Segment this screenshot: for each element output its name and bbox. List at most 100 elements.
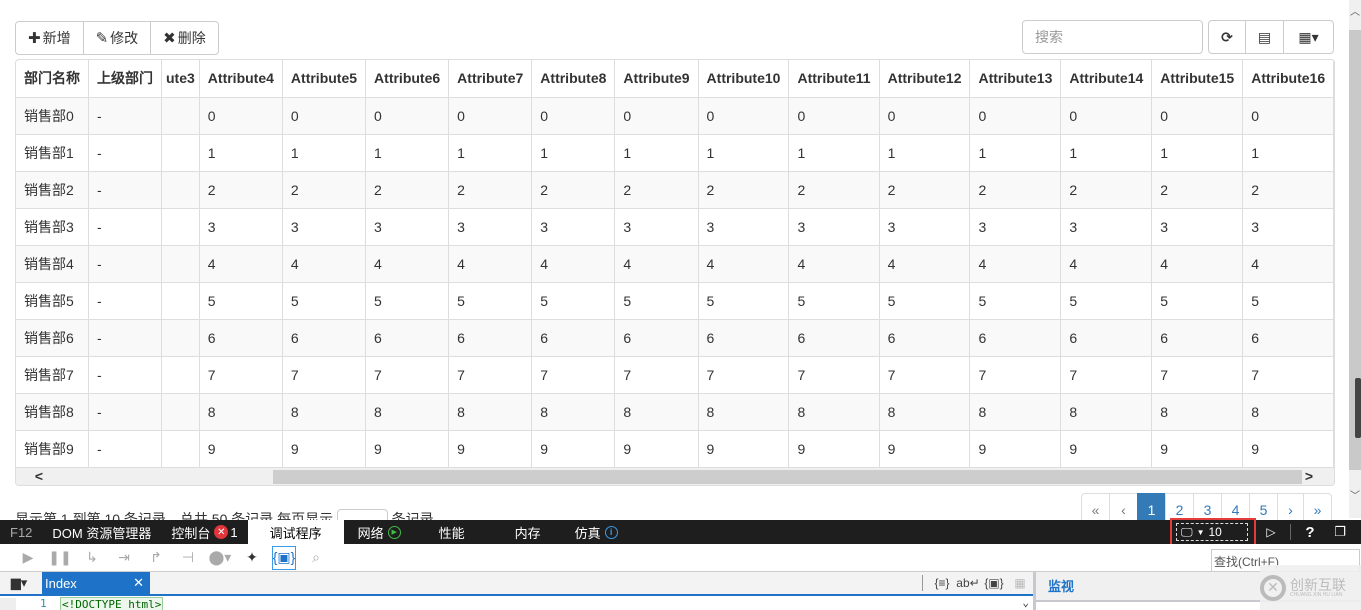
- column-header[interactable]: Attribute10: [697, 60, 790, 98]
- columns-dropdown-button[interactable]: ▦▾: [1283, 20, 1334, 54]
- table-cell: 6: [1060, 318, 1153, 357]
- table-cell: 5: [448, 281, 533, 320]
- refresh-button[interactable]: ⟳: [1208, 20, 1246, 54]
- table-row[interactable]: 销售部7-7 7 7 7 7 7 7 7 7 7 7 7 7: [16, 355, 1334, 394]
- table-cell: 1: [448, 133, 533, 172]
- scroll-left-arrow-icon[interactable]: <: [30, 467, 48, 485]
- step-out-icon[interactable]: ↱: [140, 546, 172, 570]
- column-header[interactable]: 部门名称: [16, 60, 89, 98]
- table-row[interactable]: 销售部8-8 8 8 8 8 8 8 8 8 8 8 8 8: [16, 392, 1334, 431]
- word-wrap-icon[interactable]: ab↵: [955, 576, 981, 590]
- table-row[interactable]: 销售部1-1 1 1 1 1 1 1 1 1 1 1 1 1: [16, 133, 1334, 172]
- table-cell: 6: [198, 318, 283, 357]
- table-cell: 销售部2: [16, 170, 89, 209]
- search-input[interactable]: [1022, 20, 1203, 54]
- help-icon[interactable]: ?: [1295, 524, 1325, 541]
- table-row[interactable]: 销售部2-2 2 2 2 2 2 2 2 2 2 2 2 2: [16, 170, 1334, 209]
- table-cell: 7: [531, 355, 616, 394]
- table-cell: -: [88, 133, 162, 172]
- step-into-icon[interactable]: ↳: [76, 546, 108, 570]
- table-row[interactable]: 销售部0-0 0 0 0 0 0 0 0 0 0 0 0 0: [16, 96, 1334, 135]
- just-my-code-file-icon[interactable]: {▣}: [981, 576, 1007, 590]
- horizontal-scrollbar[interactable]: < >: [16, 467, 1334, 485]
- document-mode-dropdown[interactable]: 🖵 ▼ 10: [1176, 523, 1248, 541]
- source-map-icon[interactable]: ▦: [1007, 576, 1033, 590]
- folder-icon[interactable]: ▆▾: [0, 575, 38, 591]
- devtools-tab[interactable]: 调试程序: [247, 520, 344, 544]
- scroll-up-arrow-icon[interactable]: ︿: [1349, 2, 1361, 18]
- page: ✚ 新增 ✎ 修改 ✖ 删除 ⟳ ▤ ▦▾ 部门名称上级部门ute3Attrib…: [0, 0, 1361, 610]
- table-cell: 3: [281, 207, 367, 246]
- break-on-new-worker-icon[interactable]: ⊣: [172, 546, 204, 570]
- table-cell: 8: [878, 392, 971, 431]
- table-cell: 8: [448, 392, 533, 431]
- continue-icon[interactable]: ▶: [12, 546, 44, 570]
- devtools-tab-label: F12: [10, 524, 33, 540]
- devtools-tab[interactable]: F12: [0, 520, 42, 544]
- table-cell: 2: [614, 170, 699, 209]
- undock-icon[interactable]: ❐: [1325, 524, 1355, 540]
- column-header[interactable]: Attribute11: [788, 60, 880, 98]
- scroll-right-arrow-icon[interactable]: >: [1300, 467, 1318, 485]
- table-row[interactable]: 销售部5-5 5 5 5 5 5 5 5 5 5 5 5 5: [16, 281, 1334, 320]
- code-editor[interactable]: 1 <!DOCTYPE html> ⌄: [0, 596, 1033, 610]
- close-icon[interactable]: ✕: [1355, 523, 1361, 541]
- step-over-icon[interactable]: ⇥: [108, 546, 140, 570]
- table-cell: 4: [531, 244, 616, 283]
- close-tab-icon[interactable]: ✕: [133, 575, 144, 591]
- table-row[interactable]: 销售部9-9 9 9 9 9 9 9 9 9 9 9 9 9: [16, 429, 1334, 468]
- table-cell: 0: [531, 96, 616, 135]
- table-cell: 4: [614, 244, 699, 283]
- table-cell: 0: [614, 96, 699, 135]
- scroll-down-arrow-icon[interactable]: ﹀: [1349, 486, 1361, 502]
- column-header[interactable]: Attribute4: [198, 60, 283, 98]
- page-vertical-scrollbar[interactable]: ︿ ﹀: [1349, 0, 1361, 518]
- devtools-tab-label: 调试程序: [269, 525, 322, 541]
- column-header[interactable]: Attribute5: [281, 60, 367, 98]
- table-cell: 2: [281, 170, 367, 209]
- exception-behavior-icon[interactable]: ⬤▾: [204, 546, 236, 570]
- table-cell: 9: [1151, 429, 1244, 468]
- table-row[interactable]: 销售部3-3 3 3 3 3 3 3 3 3 3 3 3 3: [16, 207, 1334, 246]
- table-row[interactable]: 销售部6-6 6 6 6 6 6 6 6 6 6 6 6 6: [16, 318, 1334, 357]
- column-header[interactable]: Attribute9: [614, 60, 699, 98]
- column-header[interactable]: Attribute12: [878, 60, 971, 98]
- table-cell: 4: [448, 244, 533, 283]
- caret-down-icon: ▼: [1196, 527, 1205, 537]
- column-header[interactable]: Attribute6: [365, 60, 450, 98]
- console-toggle-icon[interactable]: ▷: [1256, 525, 1286, 539]
- file-tab-index[interactable]: Index ✕: [42, 572, 150, 594]
- pause-icon[interactable]: ❚❚: [44, 546, 76, 570]
- devtools-tab[interactable]: 内存: [493, 520, 565, 544]
- devtools-tab[interactable]: 控制台 ✕ 1: [161, 520, 247, 544]
- column-header[interactable]: Attribute8: [531, 60, 616, 98]
- column-header[interactable]: Attribute7: [448, 60, 533, 98]
- column-header[interactable]: ute3: [161, 60, 200, 98]
- table-cell: 0: [969, 96, 1062, 135]
- devtools-tab[interactable]: DOM 资源管理器: [42, 520, 161, 544]
- table-cell: 0: [1060, 96, 1153, 135]
- column-header[interactable]: Attribute14: [1060, 60, 1153, 98]
- table-cell: 4: [1060, 244, 1153, 283]
- toggle-view-button[interactable]: ▤: [1245, 20, 1284, 54]
- add-button[interactable]: ✚ 新增: [15, 21, 84, 55]
- find-icon[interactable]: ⌕: [300, 546, 332, 570]
- table-row[interactable]: 销售部4-4 4 4 4 4 4 4 4 4 4 4 4 4: [16, 244, 1334, 283]
- just-my-code-icon[interactable]: {▣}: [272, 545, 296, 570]
- table-cell: 7: [198, 355, 283, 394]
- pretty-print-icon[interactable]: {≡}: [929, 576, 955, 590]
- devtools-tab[interactable]: 网络 ▶: [344, 520, 411, 544]
- devtools-tab[interactable]: 性能: [411, 520, 493, 544]
- delete-button[interactable]: ✖ 删除: [150, 21, 219, 55]
- column-header[interactable]: 上级部门: [88, 60, 162, 98]
- scrollbar-thumb[interactable]: [273, 470, 1302, 484]
- line-number: 1: [40, 597, 47, 610]
- chevron-down-icon[interactable]: ⌄: [1022, 596, 1029, 609]
- devtools-tab[interactable]: 仿真 i: [565, 520, 628, 544]
- column-header[interactable]: Attribute16: [1242, 60, 1334, 98]
- column-header[interactable]: Attribute13: [969, 60, 1062, 98]
- column-header[interactable]: Attribute15: [1151, 60, 1244, 98]
- disconnect-icon[interactable]: ✦: [236, 546, 268, 570]
- table-cell: 1: [281, 133, 367, 172]
- edit-button[interactable]: ✎ 修改: [82, 21, 152, 55]
